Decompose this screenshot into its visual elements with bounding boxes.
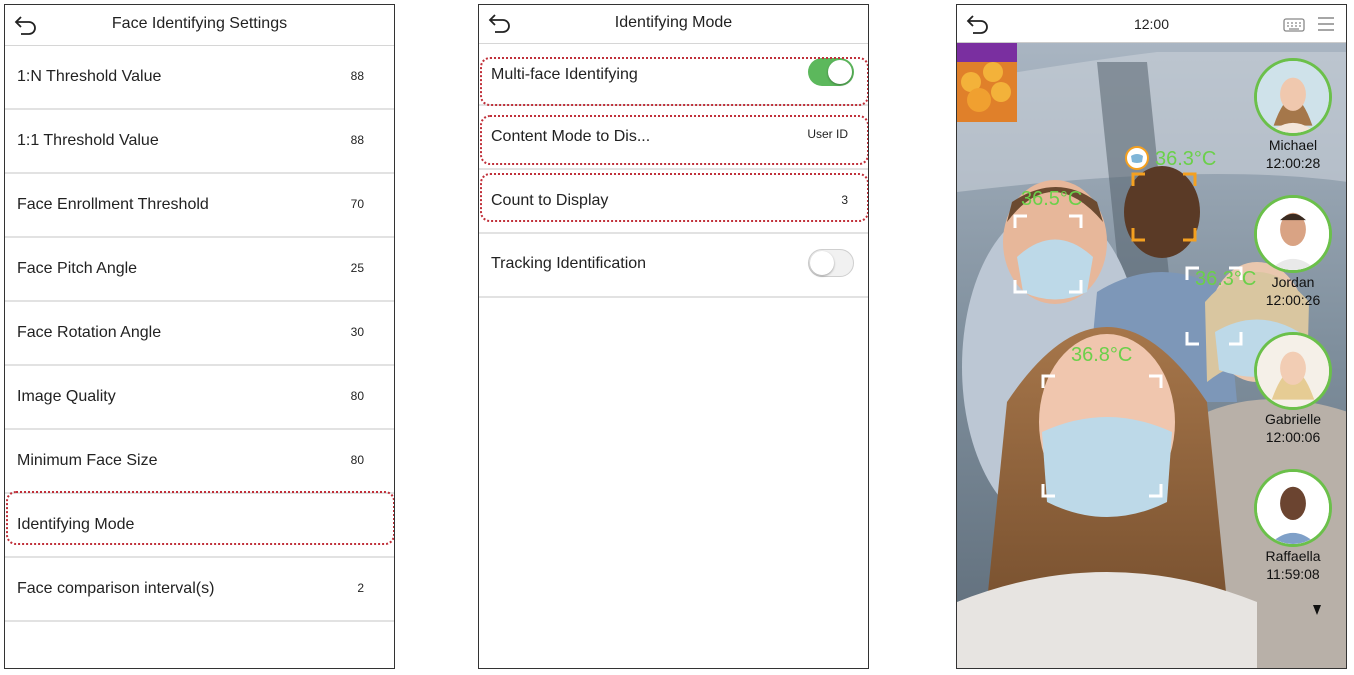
multi-face-toggle[interactable]: [808, 58, 854, 86]
recognized-user-item[interactable]: Jordan 12:00:26: [1251, 195, 1335, 309]
user-time: 12:00:06: [1265, 429, 1321, 445]
setting-row-1n-threshold[interactable]: 1:N Threshold Value 88: [5, 46, 394, 110]
status-bar: 12:00: [957, 5, 1346, 43]
user-time: 11:59:08: [1266, 566, 1320, 582]
setting-label: 1:1 Threshold Value: [17, 132, 159, 149]
identifying-mode-screen: Identifying Mode Multi-face Identifying …: [478, 4, 869, 669]
tracking-toggle[interactable]: [808, 249, 854, 277]
setting-label: Face Rotation Angle: [17, 324, 162, 341]
user-name: Gabrielle: [1264, 411, 1322, 427]
setting-row-pitch-angle[interactable]: Face Pitch Angle 25: [5, 238, 394, 302]
setting-value: User ID: [807, 127, 848, 141]
setting-value: 2: [357, 581, 364, 595]
mode-row-multi-face[interactable]: Multi-face Identifying: [479, 44, 868, 106]
setting-label: Image Quality: [17, 388, 116, 405]
avatar: [1254, 195, 1332, 273]
setting-value: 30: [350, 325, 364, 339]
setting-row-comparison-interval[interactable]: Face comparison interval(s) 2: [5, 558, 394, 622]
setting-value: 88: [350, 69, 364, 83]
toggle-knob: [810, 251, 834, 275]
mode-row-tracking[interactable]: Tracking Identification: [479, 234, 868, 298]
setting-value: 88: [350, 133, 364, 147]
setting-label: Tracking Identification: [491, 255, 647, 272]
setting-value: 80: [350, 453, 364, 467]
recognized-user-item[interactable]: Michael 12:00:28: [1251, 58, 1335, 172]
page-title: Identifying Mode: [614, 14, 733, 31]
user-time: 12:00:26: [1265, 292, 1321, 308]
setting-label: Minimum Face Size: [17, 452, 158, 469]
setting-row-min-face-size[interactable]: Minimum Face Size 80: [5, 430, 394, 494]
setting-label: Count to Display: [491, 192, 609, 209]
setting-row-11-threshold[interactable]: 1:1 Threshold Value 88: [5, 110, 394, 174]
recognized-user-item[interactable]: Raffaella 11:59:08: [1251, 469, 1335, 583]
setting-value: 80: [350, 389, 364, 403]
temperature-label: 36.5°C: [1021, 188, 1083, 210]
setting-row-enrollment-threshold[interactable]: Face Enrollment Threshold 70: [5, 174, 394, 238]
camera-recognition-screen: 12:00 36.3°C 36.5°C 36.3°C 36.8°C Michae…: [956, 4, 1347, 669]
toggle-knob: [828, 60, 852, 84]
temperature-label: 36.8°C: [1071, 344, 1133, 366]
setting-label: Face comparison interval(s): [17, 580, 215, 597]
recognized-user-item[interactable]: Gabrielle 12:00:06: [1251, 332, 1335, 446]
setting-label: Face Pitch Angle: [17, 260, 138, 277]
page-title: Face Identifying Settings: [111, 15, 288, 32]
user-name: Raffaella: [1265, 548, 1321, 564]
temperature-label: 36.3°C: [1155, 148, 1217, 170]
setting-value: 25: [350, 261, 364, 275]
setting-label: Face Enrollment Threshold: [17, 196, 209, 213]
camera-preview: 36.3°C 36.5°C 36.3°C 36.8°C Michael 12:0…: [957, 42, 1346, 668]
user-name: Michael: [1268, 137, 1318, 153]
avatar: [1254, 469, 1332, 547]
user-time: 12:00:28: [1265, 155, 1321, 171]
menu-icon[interactable]: [1317, 16, 1335, 32]
avatar: [1254, 58, 1332, 136]
mode-row-content-mode[interactable]: Content Mode to Dis... User ID: [479, 106, 868, 170]
setting-label: Multi-face Identifying: [491, 66, 638, 83]
setting-label: Content Mode to Dis...: [491, 128, 651, 145]
scroll-down-icon[interactable]: [1312, 604, 1322, 616]
avatar: [1254, 332, 1332, 410]
face-identifying-settings-screen: Face Identifying Settings 1:N Threshold …: [4, 4, 395, 669]
setting-row-identifying-mode[interactable]: Identifying Mode: [5, 494, 394, 558]
user-name: Jordan: [1271, 274, 1315, 290]
header: Face Identifying Settings: [5, 5, 394, 46]
keyboard-icon[interactable]: [1283, 17, 1305, 33]
header: Identifying Mode: [479, 5, 868, 44]
setting-label: Identifying Mode: [17, 516, 135, 533]
mode-row-count-display[interactable]: Count to Display 3: [479, 170, 868, 234]
setting-row-rotation-angle[interactable]: Face Rotation Angle 30: [5, 302, 394, 366]
setting-row-image-quality[interactable]: Image Quality 80: [5, 366, 394, 430]
setting-label: 1:N Threshold Value: [17, 68, 162, 85]
setting-value: 3: [841, 193, 848, 207]
temperature-label: 36.3°C: [1195, 268, 1257, 290]
setting-value: 70: [350, 197, 364, 211]
